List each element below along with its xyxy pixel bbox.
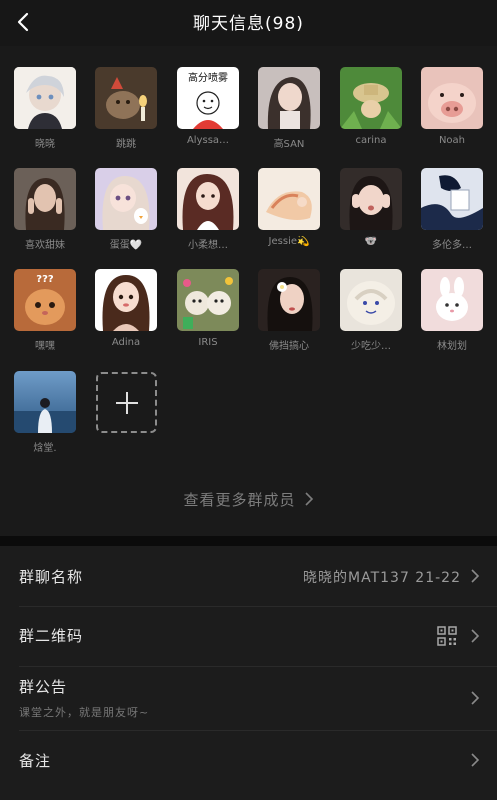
avatar-caption: ??? xyxy=(36,274,54,285)
view-more-members-label: 查看更多群成员 xyxy=(183,491,296,509)
avatar xyxy=(14,371,76,433)
member-name: 高SAN xyxy=(273,139,305,150)
avatar xyxy=(95,168,157,230)
chevron-right-icon xyxy=(471,691,480,705)
avatar xyxy=(258,67,320,129)
avatar xyxy=(340,168,402,230)
chevron-right-icon xyxy=(471,569,480,583)
member-item[interactable]: 佛挡搞心 xyxy=(258,269,320,352)
avatar xyxy=(95,67,157,129)
member-item[interactable]: 高SAN xyxy=(258,67,320,150)
member-name: 蛋蛋🤍 xyxy=(109,240,143,251)
add-member-button[interactable] xyxy=(96,372,157,433)
member-name: 🐨 xyxy=(364,236,378,247)
member-item[interactable]: Adina xyxy=(95,269,157,348)
remark-label: 备注 xyxy=(19,752,52,770)
group-name-value: 晓晓的MAT137 21-22 xyxy=(303,570,461,586)
member-item[interactable]: Jessie💫 xyxy=(258,168,320,247)
chevron-right-icon xyxy=(471,629,480,643)
top-bar: 聊天信息(98) xyxy=(0,0,497,46)
avatar xyxy=(95,269,157,331)
group-qr-label: 群二维码 xyxy=(19,627,84,645)
member-name: Noah xyxy=(438,135,466,146)
page-title: 聊天信息(98) xyxy=(193,14,304,34)
member-item[interactable]: 晓晓 xyxy=(14,67,76,150)
avatar xyxy=(177,168,239,230)
chevron-right-icon xyxy=(304,491,314,510)
member-item[interactable]: 林划划 xyxy=(421,269,483,352)
section-divider xyxy=(0,536,497,546)
group-name-row[interactable]: 群聊名称 晓晓的MAT137 21-22 xyxy=(0,546,497,606)
member-item[interactable]: 喜欢甜妹 xyxy=(14,168,76,251)
member-name: Adina xyxy=(111,337,141,348)
group-qr-row[interactable]: 群二维码 xyxy=(0,606,497,666)
member-name: Alyssa… xyxy=(186,135,230,146)
member-name: 焓堂. xyxy=(33,443,57,454)
member-name: 嘿嘿 xyxy=(35,341,55,352)
group-name-label: 群聊名称 xyxy=(19,568,84,586)
member-item[interactable]: 焓堂. xyxy=(14,371,76,454)
member-name: carina xyxy=(355,135,387,146)
member-name: 小柔想… xyxy=(188,240,228,251)
announcement-row[interactable]: 群公告 课堂之外，就是朋友呀~ xyxy=(0,666,497,730)
announcement-label: 群公告 xyxy=(19,678,68,696)
member-item[interactable]: 多伦多… xyxy=(421,168,483,251)
avatar xyxy=(421,168,483,230)
member-item[interactable]: carina xyxy=(340,67,402,146)
avatar: 高分喷雾 xyxy=(177,67,239,129)
avatar xyxy=(258,269,320,331)
avatar: ??? xyxy=(14,269,76,331)
member-item[interactable]: Noah xyxy=(421,67,483,146)
avatar xyxy=(421,269,483,331)
qr-code-icon xyxy=(437,626,457,646)
avatar xyxy=(421,67,483,129)
avatar xyxy=(340,67,402,129)
member-item[interactable]: ??? 嘿嘿 xyxy=(14,269,76,352)
chevron-right-icon xyxy=(471,753,480,767)
avatar xyxy=(258,168,320,230)
avatar xyxy=(14,168,76,230)
member-item[interactable]: 少吃少… xyxy=(340,269,402,352)
plus-icon xyxy=(116,392,138,414)
member-name: 林划划 xyxy=(437,341,467,352)
member-name: IRIS xyxy=(198,337,218,348)
avatar-caption: 高分喷雾 xyxy=(188,71,228,84)
member-name: 晓晓 xyxy=(35,139,55,150)
remark-row[interactable]: 备注 xyxy=(0,730,497,790)
avatar xyxy=(177,269,239,331)
member-name: 佛挡搞心 xyxy=(269,341,309,352)
avatar xyxy=(14,67,76,129)
member-name: 多伦多… xyxy=(432,240,472,251)
member-name: 少吃少… xyxy=(351,341,391,352)
member-item[interactable]: IRIS xyxy=(177,269,239,348)
announcement-preview: 课堂之外，就是朋友呀~ xyxy=(19,706,150,719)
member-name: 跳跳 xyxy=(116,139,136,150)
member-item[interactable]: 🐨 xyxy=(340,168,402,247)
member-item[interactable]: 小柔想… xyxy=(177,168,239,251)
member-grid: 晓晓 跳跳 高分喷雾 Alyssa… 高SAN carina Noah 喜欢甜妹… xyxy=(0,46,497,536)
avatar xyxy=(340,269,402,331)
view-more-members-link[interactable]: 查看更多群成员 xyxy=(0,489,497,510)
member-item[interactable]: 蛋蛋🤍 xyxy=(95,168,157,251)
settings-list: 群聊名称 晓晓的MAT137 21-22 群二维码 群公告 课堂之外，就是朋友呀… xyxy=(0,546,497,800)
member-item[interactable]: 跳跳 xyxy=(95,67,157,150)
member-item[interactable]: 高分喷雾 Alyssa… xyxy=(177,67,239,146)
member-name: 喜欢甜妹 xyxy=(25,240,65,251)
member-name: Jessie💫 xyxy=(268,236,310,247)
